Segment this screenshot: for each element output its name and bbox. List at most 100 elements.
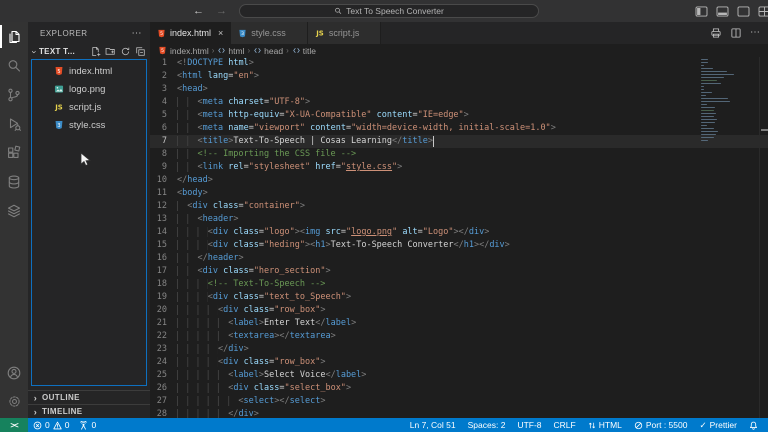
line-number[interactable]: 7: [150, 135, 177, 148]
code-line[interactable]: 22 <textarea></textarea>: [150, 330, 768, 343]
code-line[interactable]: 27 <select></select>: [150, 395, 768, 408]
language-mode[interactable]: HTML: [582, 418, 628, 432]
code-line[interactable]: 9 <link rel="stylesheet" href="style.css…: [150, 161, 768, 174]
accounts-icon[interactable]: [0, 358, 28, 387]
tab-script-js[interactable]: JS script.js: [308, 22, 382, 44]
search-sidebar-icon[interactable]: [0, 51, 28, 80]
file-script-js[interactable]: JS script.js: [32, 98, 146, 116]
extensions-icon[interactable]: [0, 138, 28, 167]
code-line[interactable]: 1<!DOCTYPE html>: [150, 57, 768, 70]
line-number[interactable]: 3: [150, 83, 177, 96]
new-file-icon[interactable]: [90, 46, 101, 57]
refresh-icon[interactable]: [120, 46, 131, 57]
breadcrumb-file[interactable]: index.html: [170, 46, 209, 56]
database-icon[interactable]: [0, 167, 28, 196]
timeline-panel-header[interactable]: › TIMELINE: [28, 404, 150, 418]
source-control-icon[interactable]: [0, 80, 28, 109]
line-number[interactable]: 12: [150, 200, 177, 213]
code-line[interactable]: 12 <div class="container">: [150, 200, 768, 213]
run-debug-icon[interactable]: [0, 109, 28, 138]
code-line[interactable]: 21 <label>Enter Text</label>: [150, 317, 768, 330]
ports-indicator[interactable]: 0: [74, 418, 101, 432]
remote-indicator[interactable]: ><: [0, 418, 28, 432]
print-icon[interactable]: [710, 27, 722, 39]
code-line[interactable]: 7 <title>Text-To-Speech | Cosas Learning…: [150, 135, 768, 148]
encoding[interactable]: UTF-8: [511, 418, 547, 432]
more-actions-icon[interactable]: ⋯: [750, 28, 760, 38]
line-number[interactable]: 5: [150, 109, 177, 122]
code-line[interactable]: 8 <!-- Importing the CSS file -->: [150, 148, 768, 161]
line-number[interactable]: 17: [150, 265, 177, 278]
line-number[interactable]: 10: [150, 174, 177, 187]
tab-style-css[interactable]: 3 style.css: [231, 22, 308, 44]
code-editor[interactable]: 1<!DOCTYPE html>2<html lang="en">3<head>…: [150, 57, 768, 418]
toggle-secondary-sidebar-icon[interactable]: [737, 6, 750, 17]
code-line[interactable]: 10</head>: [150, 174, 768, 187]
code-line[interactable]: 13 <header>: [150, 213, 768, 226]
line-number[interactable]: 4: [150, 96, 177, 109]
line-number[interactable]: 14: [150, 226, 177, 239]
line-number[interactable]: 11: [150, 187, 177, 200]
line-number[interactable]: 22: [150, 330, 177, 343]
explorer-more-icon[interactable]: ⋯: [132, 28, 143, 39]
code-line[interactable]: 16 </header>: [150, 252, 768, 265]
line-number[interactable]: 15: [150, 239, 177, 252]
close-icon[interactable]: ×: [218, 28, 223, 38]
code-line[interactable]: 3<head>: [150, 83, 768, 96]
line-number[interactable]: 9: [150, 161, 177, 174]
file-index-html[interactable]: 5 index.html: [32, 62, 146, 80]
customize-layout-icon[interactable]: [758, 6, 768, 17]
code-line[interactable]: 2<html lang="en">: [150, 70, 768, 83]
line-number[interactable]: 13: [150, 213, 177, 226]
code-line[interactable]: 15 <div class="heding"><h1>Text-To-Speec…: [150, 239, 768, 252]
code-line[interactable]: 28 </div>: [150, 408, 768, 418]
indentation[interactable]: Spaces: 2: [462, 418, 512, 432]
notifications-bell[interactable]: [743, 418, 764, 432]
line-number[interactable]: 2: [150, 70, 177, 83]
file-style-css[interactable]: 3 style.css: [32, 116, 146, 134]
line-number[interactable]: 1: [150, 57, 177, 70]
code-line[interactable]: 18 <!-- Text-To-Speech -->: [150, 278, 768, 291]
forward-icon[interactable]: →: [216, 6, 227, 17]
line-number[interactable]: 6: [150, 122, 177, 135]
line-number[interactable]: 18: [150, 278, 177, 291]
code-line[interactable]: 25 <label>Select Voice</label>: [150, 369, 768, 382]
line-number[interactable]: 23: [150, 343, 177, 356]
scrollbar[interactable]: [759, 57, 768, 418]
line-number[interactable]: 26: [150, 382, 177, 395]
breadcrumb-html[interactable]: html: [217, 46, 244, 56]
code-line[interactable]: 19 <div class="text_to_Speech">: [150, 291, 768, 304]
line-number[interactable]: 28: [150, 408, 177, 418]
line-number[interactable]: 24: [150, 356, 177, 369]
folder-section-header[interactable]: › TEXT T...: [28, 44, 150, 59]
command-center-search[interactable]: Text To Speech Converter: [239, 4, 539, 18]
line-number[interactable]: 20: [150, 304, 177, 317]
minimap[interactable]: [701, 59, 757, 143]
code-line[interactable]: 26 <div class="select_box">: [150, 382, 768, 395]
code-line[interactable]: 14 <div class="logo"><img src="logo.png"…: [150, 226, 768, 239]
formatter-indicator[interactable]: ✓ Prettier: [693, 418, 743, 432]
toggle-sidebar-icon[interactable]: [695, 6, 708, 17]
code-line[interactable]: 20 <div class="row_box">: [150, 304, 768, 317]
new-folder-icon[interactable]: [105, 46, 116, 57]
code-line[interactable]: 6 <meta name="viewport" content="width=d…: [150, 122, 768, 135]
settings-gear-icon[interactable]: [0, 387, 28, 416]
line-number[interactable]: 25: [150, 369, 177, 382]
explorer-icon[interactable]: [0, 22, 28, 51]
code-line[interactable]: 5 <meta http-equiv="X-UA-Compatible" con…: [150, 109, 768, 122]
line-number[interactable]: 27: [150, 395, 177, 408]
cursor-position[interactable]: Ln 7, Col 51: [404, 418, 462, 432]
code-line[interactable]: 11<body>: [150, 187, 768, 200]
file-logo-png[interactable]: logo.png: [32, 80, 146, 98]
line-number[interactable]: 19: [150, 291, 177, 304]
problems-indicator[interactable]: 0 0: [28, 418, 74, 432]
code-line[interactable]: 4 <meta charset="UTF-8">: [150, 96, 768, 109]
live-server-port[interactable]: Port : 5500: [628, 418, 694, 432]
collapse-all-icon[interactable]: [135, 46, 146, 57]
toggle-panel-icon[interactable]: [716, 6, 729, 17]
code-line[interactable]: 23 </div>: [150, 343, 768, 356]
outline-panel-header[interactable]: › OUTLINE: [28, 390, 150, 404]
split-editor-icon[interactable]: [730, 27, 742, 39]
breadcrumb-title[interactable]: title: [292, 46, 316, 56]
eol-sequence[interactable]: CRLF: [548, 418, 582, 432]
